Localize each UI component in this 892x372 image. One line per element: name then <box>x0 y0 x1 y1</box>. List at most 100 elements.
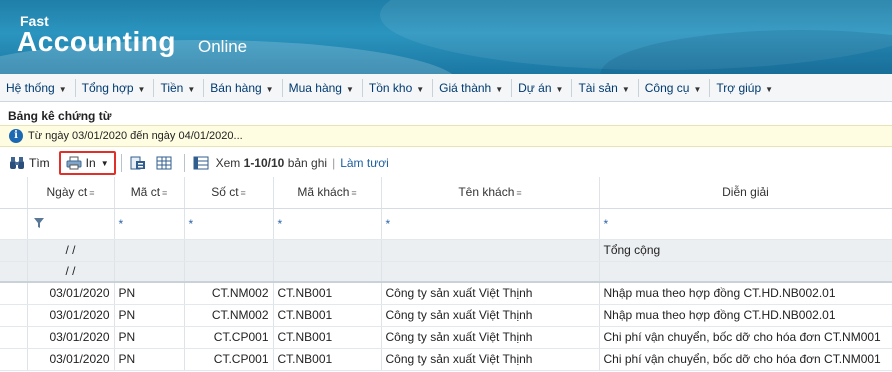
total-date-cell: / / <box>27 239 115 262</box>
date-range-info-bar[interactable]: i Từ ngày 03/01/2020 đến ngày 04/01/2020… <box>0 125 892 147</box>
total-row: / / Tổng cộng <box>0 239 892 262</box>
cell-date[interactable]: 03/01/2020 <box>27 348 115 371</box>
columns-button[interactable] <box>153 152 179 174</box>
caret-down-icon: ▼ <box>187 84 196 94</box>
total-cell <box>381 239 600 262</box>
cell-description[interactable]: Chi phí vận chuyển, bốc dỡ cho hóa đơn C… <box>599 326 892 349</box>
date-range-text[interactable]: Từ ngày 03/01/2020 đến ngày 04/01/2020..… <box>28 130 243 142</box>
logo-online: Online <box>198 37 248 56</box>
cell-description[interactable]: Chi phí vận chuyển, bốc dỡ cho hóa đơn C… <box>599 348 892 371</box>
row-header-cell[interactable] <box>0 282 28 305</box>
caret-down-icon: ▼ <box>265 84 274 94</box>
filter-cell-so-ct[interactable]: * <box>184 208 274 240</box>
view-range: 1-10/10 <box>243 156 285 170</box>
cell-customer-code[interactable]: CT.NB001 <box>273 326 382 349</box>
column-header-so-ct[interactable]: Số ct ≡ <box>184 177 274 209</box>
column-header-dien-giai[interactable]: Diễn giải <box>599 177 892 209</box>
filter-cell-ma-ct[interactable]: * <box>114 208 185 240</box>
column-header-ma-khach[interactable]: Mã khách ≡ <box>273 177 382 209</box>
cell-date[interactable]: 03/01/2020 <box>27 304 115 327</box>
subtotal-row: / / <box>0 261 892 283</box>
row-header-cell[interactable] <box>0 304 28 327</box>
table-row[interactable]: 03/01/2020 PN CT.CP001 CT.NB001 Công ty … <box>0 348 892 371</box>
menu-item-tien[interactable]: Tiền ▼ <box>154 78 205 97</box>
menu-item-mua-hang[interactable]: Mua hàng ▼ <box>283 78 363 97</box>
row-header-cell[interactable] <box>0 348 28 371</box>
column-header-ma-ct[interactable]: Mã ct ≡ <box>114 177 185 209</box>
cell-number[interactable]: CT.NM002 <box>184 282 274 305</box>
export-icon <box>130 156 145 170</box>
menu-item-gia-thanh[interactable]: Giá thành ▼ <box>433 78 513 97</box>
cell-number[interactable]: CT.NM002 <box>184 304 274 327</box>
menu-item-cong-cu[interactable]: Công cụ ▼ <box>639 78 711 97</box>
menu-item-ban-hang[interactable]: Bán hàng ▼ <box>204 78 283 97</box>
cell-type[interactable]: PN <box>114 282 185 305</box>
menu-item-tai-san[interactable]: Tài sản ▼ <box>572 78 639 97</box>
page-title: Bảng kê chứng từ <box>8 109 112 123</box>
table-row[interactable]: 03/01/2020 PN CT.NM002 CT.NB001 Công ty … <box>0 282 892 305</box>
toolbar-divider <box>120 154 122 172</box>
caret-down-icon: ▼ <box>58 84 67 94</box>
subtotal-cell <box>381 261 600 283</box>
paging-button[interactable] <box>190 152 216 174</box>
caret-down-icon: ▼ <box>495 84 504 94</box>
total-cell <box>273 239 382 262</box>
sort-icon[interactable]: ≡ <box>162 188 167 198</box>
subtotal-cell <box>273 261 382 283</box>
caret-down-icon: ▼ <box>555 84 564 94</box>
cell-customer-name[interactable]: Công ty sản xuất Việt Thịnh <box>381 304 600 327</box>
print-button[interactable]: In ▼ <box>58 151 116 175</box>
cell-date[interactable]: 03/01/2020 <box>27 326 115 349</box>
export-button[interactable] <box>127 152 153 174</box>
menu-item-du-an[interactable]: Dự án ▼ <box>512 78 573 97</box>
cell-description[interactable]: Nhập mua theo hợp đồng CT.HD.NB002.01 <box>599 282 892 305</box>
subtotal-date-cell: / / <box>27 261 115 283</box>
cell-customer-code[interactable]: CT.NB001 <box>273 282 382 305</box>
table-rows-icon <box>193 156 209 170</box>
subtotal-cell <box>114 261 185 283</box>
cell-number[interactable]: CT.CP001 <box>184 348 274 371</box>
sort-icon[interactable]: ≡ <box>241 188 246 198</box>
cell-customer-code[interactable]: CT.NB001 <box>273 348 382 371</box>
record-count: Xem 1-10/10 bản ghi <box>216 156 327 170</box>
cell-customer-name[interactable]: Công ty sản xuất Việt Thịnh <box>381 282 600 305</box>
cell-type[interactable]: PN <box>114 326 185 349</box>
search-button[interactable]: Tìm <box>6 152 53 174</box>
cell-type[interactable]: PN <box>114 348 185 371</box>
refresh-link[interactable]: Làm tươi <box>340 156 389 170</box>
sort-icon[interactable]: ≡ <box>516 188 521 198</box>
menu-item-he-thong[interactable]: Hệ thống ▼ <box>0 78 76 97</box>
view-suffix: bản ghi <box>287 156 328 170</box>
filter-row-header <box>0 208 28 240</box>
filter-cell[interactable] <box>27 208 115 240</box>
filter-cell-ma-khach[interactable]: * <box>273 208 382 240</box>
sort-icon[interactable]: ≡ <box>351 188 356 198</box>
filter-cell-dien-giai[interactable]: * <box>599 208 892 240</box>
cell-type[interactable]: PN <box>114 304 185 327</box>
grid-toolbar: Tìm In ▼ Xem 1-10/10 bản ghi | Làm tươi <box>0 150 892 176</box>
cell-customer-name[interactable]: Công ty sản xuất Việt Thịnh <box>381 348 600 371</box>
column-header-ten-khach[interactable]: Tên khách ≡ <box>381 177 600 209</box>
row-header-cell <box>0 177 28 209</box>
column-header-ngay-ct[interactable]: Ngày ct ≡ <box>27 177 115 209</box>
row-header-cell[interactable] <box>0 326 28 349</box>
cell-customer-name[interactable]: Công ty sản xuất Việt Thịnh <box>381 326 600 349</box>
cell-date[interactable]: 03/01/2020 <box>27 282 115 305</box>
cell-customer-code[interactable]: CT.NB001 <box>273 304 382 327</box>
logo-accounting: Accounting <box>17 26 176 57</box>
search-label: Tìm <box>29 156 50 170</box>
cell-number[interactable]: CT.CP001 <box>184 326 274 349</box>
menu-item-ton-kho[interactable]: Tồn kho ▼ <box>363 78 434 97</box>
menu-item-tong-hop[interactable]: Tổng hợp ▼ <box>76 78 155 97</box>
filter-cell-ten-khach[interactable]: * <box>381 208 600 240</box>
menu-item-tro-giup[interactable]: Trợ giúp ▼ <box>710 79 781 97</box>
print-label: In <box>85 156 96 170</box>
row-header-cell <box>0 239 28 262</box>
filter-row: * * * * * <box>0 208 892 240</box>
cell-description[interactable]: Nhập mua theo hợp đồng CT.HD.NB002.01 <box>599 304 892 327</box>
filter-icon[interactable] <box>33 217 44 228</box>
table-row[interactable]: 03/01/2020 PN CT.CP001 CT.NB001 Công ty … <box>0 326 892 349</box>
printer-icon <box>66 156 82 170</box>
sort-icon[interactable]: ≡ <box>89 188 94 198</box>
table-row[interactable]: 03/01/2020 PN CT.NM002 CT.NB001 Công ty … <box>0 304 892 327</box>
